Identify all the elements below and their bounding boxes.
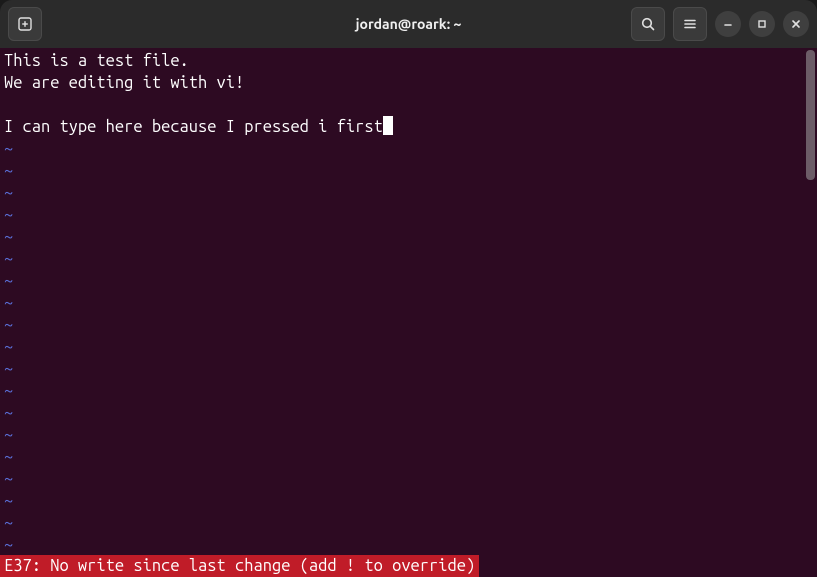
tilde-line: ~: [0, 468, 817, 490]
close-icon: [790, 18, 802, 30]
buffer-line: This is a test file.: [0, 50, 817, 72]
hamburger-icon: [682, 16, 698, 32]
titlebar: jordan@roark: ~: [0, 0, 817, 48]
editor-tilde-region: ~~~~~~~~~~~~~~~~~~~: [0, 138, 817, 556]
tilde-line: ~: [0, 490, 817, 512]
scrollbar-thumb[interactable]: [806, 50, 815, 180]
buffer-line: [0, 94, 817, 116]
minimize-button[interactable]: [715, 11, 741, 37]
window-title: jordan@roark: ~: [356, 16, 462, 32]
titlebar-left-group: [8, 7, 42, 41]
tilde-line: ~: [0, 182, 817, 204]
maximize-icon: [756, 18, 768, 30]
cursor: [383, 116, 393, 135]
buffer-line: I can type here because I pressed i firs…: [0, 116, 817, 138]
close-button[interactable]: [783, 11, 809, 37]
terminal-area[interactable]: This is a test file.We are editing it wi…: [0, 48, 817, 577]
search-button[interactable]: [631, 7, 665, 41]
tilde-line: ~: [0, 336, 817, 358]
tilde-line: ~: [0, 204, 817, 226]
tilde-line: ~: [0, 402, 817, 424]
tilde-line: ~: [0, 446, 817, 468]
search-icon: [640, 16, 656, 32]
tilde-line: ~: [0, 314, 817, 336]
buffer-line: We are editing it with vi!: [0, 72, 817, 94]
menu-button[interactable]: [673, 7, 707, 41]
new-tab-button[interactable]: [8, 7, 42, 41]
tilde-line: ~: [0, 138, 817, 160]
titlebar-right-group: [631, 7, 809, 41]
tilde-line: ~: [0, 248, 817, 270]
tilde-line: ~: [0, 424, 817, 446]
tilde-line: ~: [0, 512, 817, 534]
tilde-line: ~: [0, 380, 817, 402]
maximize-button[interactable]: [749, 11, 775, 37]
tilde-line: ~: [0, 358, 817, 380]
tilde-line: ~: [0, 160, 817, 182]
minimize-icon: [722, 18, 734, 30]
tilde-line: ~: [0, 534, 817, 556]
new-tab-icon: [16, 15, 34, 33]
tilde-line: ~: [0, 270, 817, 292]
tilde-line: ~: [0, 292, 817, 314]
editor-buffer: This is a test file.We are editing it wi…: [0, 50, 817, 138]
status-line: E37: No write since last change (add ! t…: [0, 555, 479, 577]
tilde-line: ~: [0, 226, 817, 248]
